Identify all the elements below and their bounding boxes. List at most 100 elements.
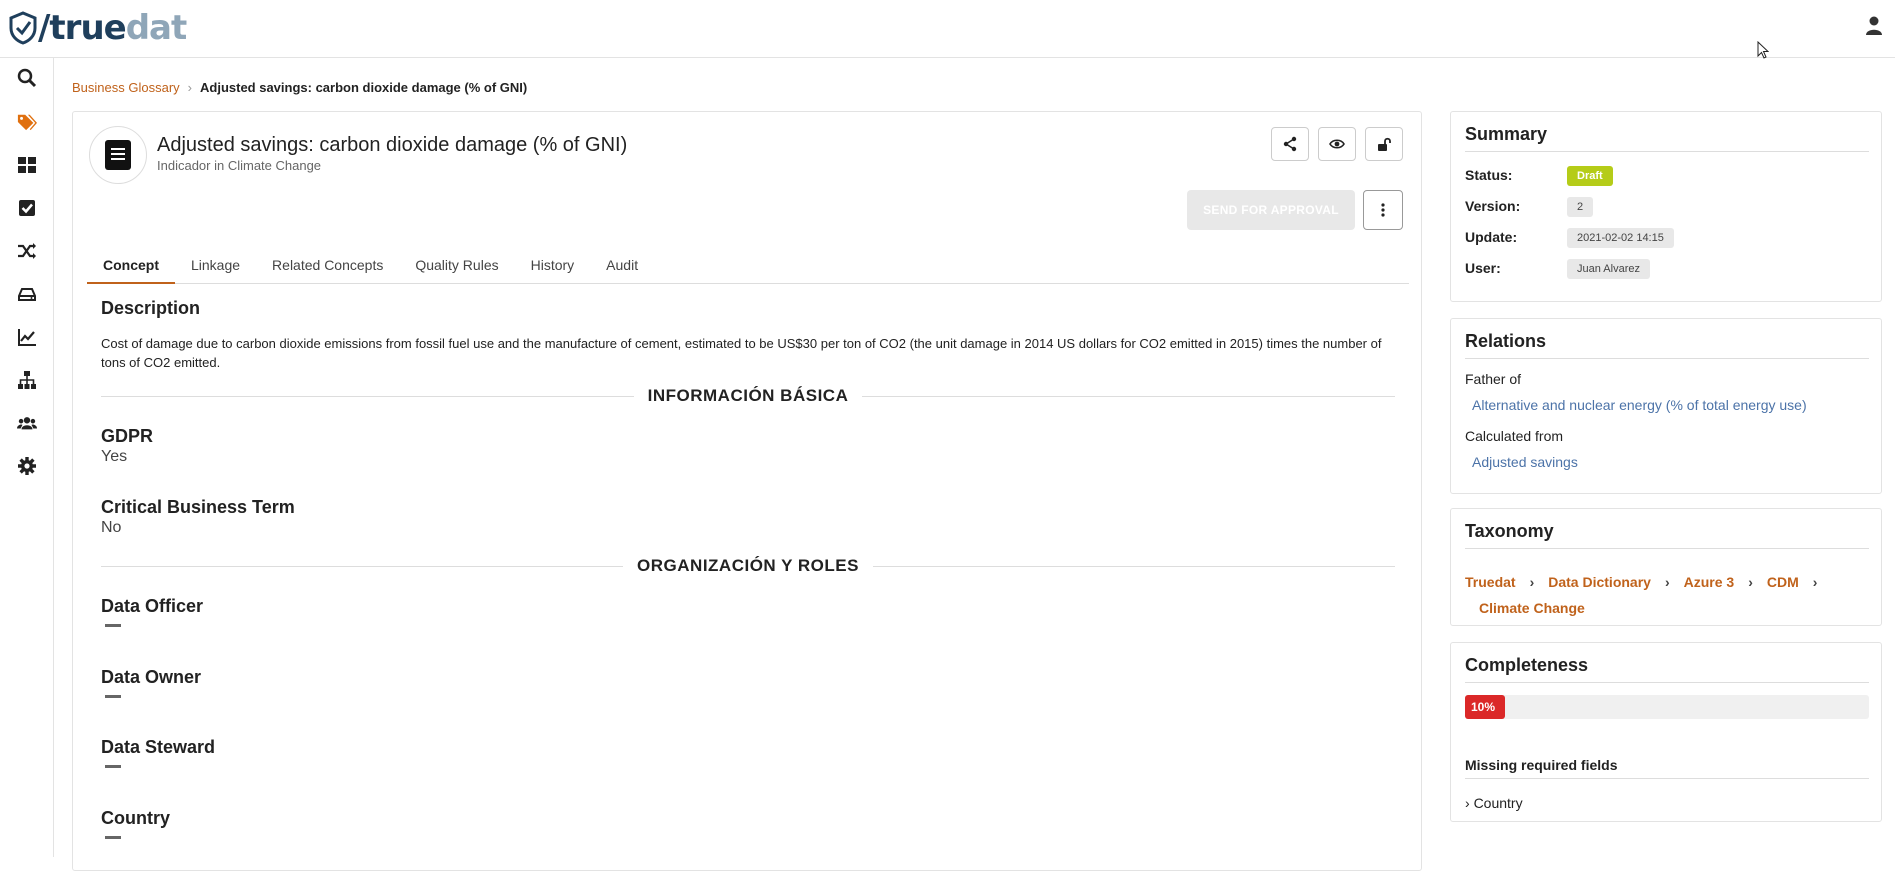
version-label: Version: (1465, 198, 1521, 214)
concept-card: Adjusted savings: carbon dioxide damage … (72, 111, 1422, 871)
summary-card: Summary Status: Draft Version: 2 Update:… (1450, 111, 1882, 302)
relations-title: Relations (1465, 331, 1869, 359)
tab-related-concepts[interactable]: Related Concepts (256, 246, 399, 284)
sidebar (0, 58, 54, 857)
search-icon (17, 68, 37, 88)
sidebar-item-structures[interactable] (0, 274, 54, 314)
sidebar-item-dashboard[interactable] (0, 145, 54, 185)
tab-linkage[interactable]: Linkage (175, 246, 256, 284)
relation-link-father[interactable]: Alternative and nuclear energy (% of tot… (1472, 397, 1807, 413)
taxonomy-item[interactable]: CDM (1767, 574, 1799, 590)
field-label-gdpr: GDPR (101, 426, 154, 446)
sidebar-item-rules[interactable] (0, 188, 54, 228)
hdd-icon (18, 288, 36, 301)
status-badge: Draft (1567, 166, 1613, 186)
sidebar-item-settings[interactable] (0, 446, 54, 486)
update-label: Update: (1465, 229, 1518, 245)
users-icon (17, 417, 37, 430)
concept-title: Adjusted savings: carbon dioxide damage … (157, 134, 628, 156)
section-title-org: ORGANIZACIÓN Y ROLES (637, 556, 859, 575)
concept-subtitle: Indicador in Climate Change (157, 158, 322, 173)
section-divider-org: ORGANIZACIÓN Y ROLES (101, 556, 1395, 576)
relation-type-calculated: Calculated from (1465, 428, 1564, 444)
chevron-right-icon: › (1748, 574, 1753, 590)
taxonomy-path: Truedat › Data Dictionary › Azure 3 › CDM › Clim… (1465, 569, 1869, 621)
taxonomy-card: Taxonomy Truedat › Data Dictionary › Azure 3… (1450, 508, 1882, 626)
taxonomy-item[interactable]: Data Dictionary (1548, 574, 1651, 590)
concept-tabs: Concept Linkage Related Concepts Quality… (87, 246, 1409, 284)
tab-history[interactable]: History (515, 246, 591, 284)
completeness-progress-fill: 10% (1465, 695, 1506, 719)
unlock-icon (1378, 137, 1391, 151)
share-button[interactable] (1271, 127, 1309, 161)
settings-icon (18, 457, 36, 475)
field-empty-data-owner (105, 695, 121, 698)
subscribe-button[interactable] (1318, 127, 1356, 161)
sidebar-item-glossary[interactable] (0, 102, 54, 142)
field-empty-data-officer (105, 624, 121, 627)
send-for-approval-button[interactable]: SEND FOR APPROVAL (1187, 190, 1355, 230)
sidebar-item-lineage[interactable] (0, 231, 54, 271)
sidebar-item-quality[interactable] (0, 317, 54, 357)
taxonomy-title: Taxonomy (1465, 521, 1869, 549)
chevron-right-icon: › (1812, 574, 1818, 590)
completeness-progress: 10% (1465, 695, 1869, 719)
taxonomy-item[interactable]: Truedat (1465, 574, 1516, 590)
relation-type-father: Father of (1465, 371, 1522, 387)
eye-icon (1329, 139, 1345, 149)
missing-field-label: Country (1473, 795, 1523, 811)
field-label-data-owner: Data Owner (101, 667, 202, 687)
field-label-data-steward: Data Steward (101, 737, 216, 757)
taxonomy-item[interactable]: Azure 3 (1684, 574, 1735, 590)
relation-link-calculated[interactable]: Adjusted savings (1472, 454, 1578, 470)
update-badge: 2021-02-02 14:15 (1567, 228, 1674, 248)
field-value-critical-business-term: No (101, 519, 122, 536)
user-badge: Juan Alvarez (1567, 259, 1650, 279)
lock-button[interactable] (1365, 127, 1403, 161)
tags-icon (17, 114, 37, 131)
description-text: Cost of damage due to carbon dioxide emi… (101, 336, 1382, 370)
dashboard-icon (18, 157, 36, 173)
sitemap-icon (18, 371, 36, 389)
user-icon[interactable] (1865, 16, 1883, 36)
breadcrumb-link-business-glossary[interactable]: Business Glossary (72, 80, 180, 95)
chevron-right-icon: › (1465, 795, 1470, 811)
tab-quality-rules[interactable]: Quality Rules (399, 246, 514, 284)
completeness-title: Completeness (1465, 655, 1869, 683)
section-title-basic: INFORMACIÓN BÁSICA (647, 386, 849, 405)
tab-audit[interactable]: Audit (590, 246, 654, 284)
mouse-cursor-icon (1757, 41, 1769, 59)
field-value-gdpr: Yes (101, 448, 128, 465)
chevron-right-icon: › (187, 80, 192, 95)
missing-field-item[interactable]: › Country (1465, 795, 1523, 811)
share-icon (1283, 136, 1297, 152)
shuffle-icon (18, 243, 36, 259)
more-actions-button[interactable] (1363, 190, 1403, 230)
sidebar-item-search[interactable] (0, 58, 54, 98)
field-label-country: Country (101, 808, 170, 828)
description-title: Description (101, 298, 201, 318)
line-chart-icon (18, 329, 36, 346)
relations-card: Relations Father of Alternative and nucl… (1450, 318, 1882, 494)
field-label-data-officer: Data Officer (101, 596, 204, 616)
chevron-right-icon: › (1529, 574, 1535, 590)
sidebar-item-taxonomy[interactable] (0, 360, 54, 400)
top-bar: /truedat (0, 0, 1895, 58)
shield-logo-icon (9, 11, 37, 45)
summary-title: Summary (1465, 124, 1869, 152)
completeness-card: Completeness 10% Missing required fields… (1450, 642, 1882, 822)
tab-concept[interactable]: Concept (87, 246, 175, 284)
truedat-logo[interactable]: /truedat (8, 6, 187, 50)
book-icon (105, 140, 131, 170)
breadcrumb-current: Adjusted savings: carbon dioxide damage … (200, 80, 528, 95)
breadcrumb: Business Glossary › Adjusted savings: ca… (72, 80, 527, 95)
field-empty-data-steward (105, 765, 121, 768)
status-label: Status: (1465, 167, 1513, 183)
field-label-critical-business-term: Critical Business Term (101, 497, 295, 517)
concept-avatar (89, 126, 147, 184)
section-divider-basic: INFORMACIÓN BÁSICA (101, 386, 1395, 406)
missing-fields-title: Missing required fields (1465, 757, 1869, 779)
ellipsis-vertical-icon (1381, 203, 1385, 217)
sidebar-item-users[interactable] (0, 403, 54, 443)
taxonomy-item[interactable]: Climate Change (1479, 600, 1585, 616)
